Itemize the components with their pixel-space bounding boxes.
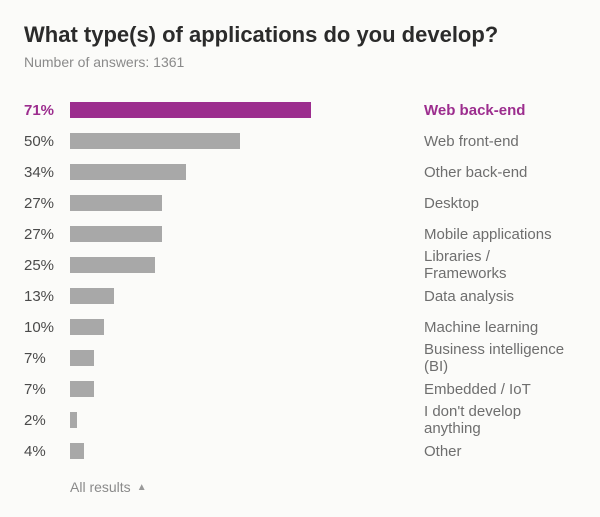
chart-row: 34% Other back-end — [24, 162, 576, 182]
chart-row: 50% Web front-end — [24, 131, 576, 151]
chart-title: What type(s) of applications do you deve… — [24, 22, 576, 48]
chart-row: 71% Web back-end — [24, 100, 576, 120]
bar-track — [70, 164, 410, 180]
category-label: Other back-end — [410, 164, 576, 181]
bar-fill — [70, 195, 162, 211]
category-label: Data analysis — [410, 288, 576, 305]
bar-fill — [70, 350, 94, 366]
bar-track — [70, 102, 410, 118]
bar-track — [70, 381, 410, 397]
percent-value: 25% — [24, 257, 70, 274]
bar-fill — [70, 288, 114, 304]
bar-fill — [70, 319, 104, 335]
category-label: Libraries / Frameworks — [410, 248, 576, 282]
chart-row: 4% Other — [24, 441, 576, 461]
percent-value: 71% — [24, 102, 70, 119]
category-label: Web front-end — [410, 133, 576, 150]
all-results-label: All results — [70, 479, 131, 495]
percent-value: 27% — [24, 195, 70, 212]
chart-subtitle: Number of answers: 1361 — [24, 54, 576, 70]
bar-track — [70, 257, 410, 273]
chart-row: 7%Business intelligence (BI) — [24, 348, 576, 368]
bar-track — [70, 319, 410, 335]
percent-value: 7% — [24, 381, 70, 398]
bar-track — [70, 288, 410, 304]
chart-row: 27% Mobile applications — [24, 224, 576, 244]
bar-chart: 71% Web back-end 50% Web front-end 34% Other … — [24, 100, 576, 461]
bar-track — [70, 443, 410, 459]
bar-track — [70, 226, 410, 242]
chart-row: 7% Embedded / IoT — [24, 379, 576, 399]
category-label: Desktop — [410, 195, 576, 212]
chart-row: 13% Data analysis — [24, 286, 576, 306]
chart-row: 10% Machine learning — [24, 317, 576, 337]
bar-fill — [70, 257, 155, 273]
category-label: Web back-end — [410, 102, 576, 119]
bar-fill — [70, 226, 162, 242]
bar-fill — [70, 164, 186, 180]
percent-value: 10% — [24, 319, 70, 336]
chart-row: 27% Desktop — [24, 193, 576, 213]
chart-row: 25%Libraries / Frameworks — [24, 255, 576, 275]
category-label: Machine learning — [410, 319, 576, 336]
bar-track — [70, 133, 410, 149]
bar-track — [70, 412, 410, 428]
category-label: I don't develop anything — [410, 403, 576, 437]
category-label: Other — [410, 443, 576, 460]
percent-value: 50% — [24, 133, 70, 150]
chart-row: 2%I don't develop anything — [24, 410, 576, 430]
bar-fill — [70, 381, 94, 397]
percent-value: 7% — [24, 350, 70, 367]
all-results-toggle[interactable]: All results ▲ — [24, 479, 576, 495]
bar-fill — [70, 133, 240, 149]
bar-track — [70, 195, 410, 211]
percent-value: 4% — [24, 443, 70, 460]
percent-value: 2% — [24, 412, 70, 429]
category-label: Embedded / IoT — [410, 381, 576, 398]
bar-fill — [70, 102, 311, 118]
collapse-up-icon: ▲ — [137, 482, 147, 493]
bar-fill — [70, 443, 84, 459]
category-label: Mobile applications — [410, 226, 576, 243]
category-label: Business intelligence (BI) — [410, 341, 576, 375]
bar-fill — [70, 412, 77, 428]
percent-value: 13% — [24, 288, 70, 305]
percent-value: 27% — [24, 226, 70, 243]
percent-value: 34% — [24, 164, 70, 181]
bar-track — [70, 350, 410, 366]
